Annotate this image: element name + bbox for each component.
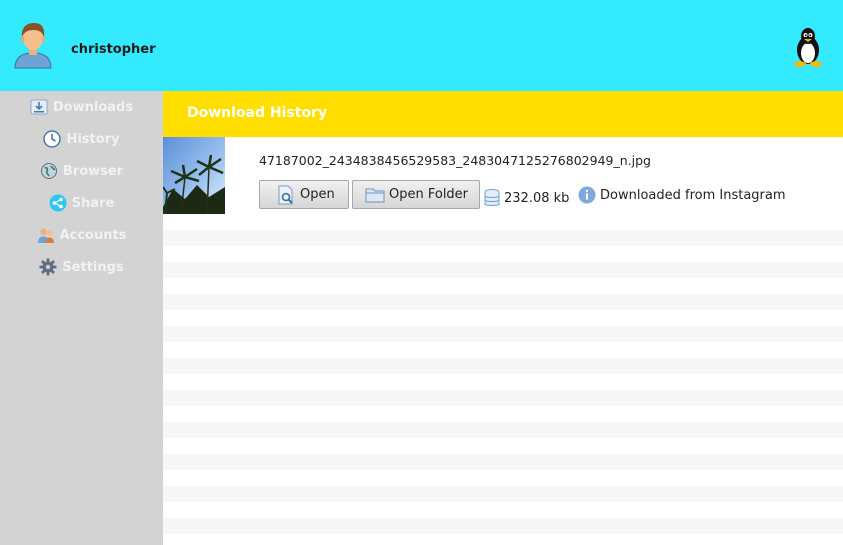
open-folder-button[interactable]: Open Folder: [352, 180, 480, 209]
sidebar-item-label: Share: [71, 195, 115, 211]
page-title: Download History: [187, 105, 328, 121]
list-stripe: [163, 454, 843, 470]
list-stripe: [163, 390, 843, 406]
folder-icon: [365, 188, 385, 202]
download-icon: [30, 99, 48, 115]
sidebar-item-downloads[interactable]: Downloads: [0, 94, 163, 120]
sidebar-item-label: History: [66, 131, 120, 147]
sidebar-item-label: Accounts: [59, 227, 127, 243]
image-thumbnail[interactable]: [163, 137, 225, 214]
username: christopher: [71, 42, 156, 57]
list-stripe: [163, 358, 843, 374]
download-source-text: Downloaded from Instagram: [600, 187, 786, 203]
list-stripe: [163, 422, 843, 438]
clock-icon: [43, 130, 62, 148]
sidebar: Downloads History Browser Share Accounts: [0, 91, 163, 545]
info-icon: [578, 186, 596, 204]
list-stripe: [163, 294, 843, 310]
sidebar-item-settings[interactable]: Settings: [0, 254, 163, 280]
file-size: 232.08 kb: [484, 188, 569, 208]
user-avatar-icon[interactable]: [12, 21, 54, 69]
sidebar-item-history[interactable]: History: [0, 126, 163, 152]
sidebar-item-label: Browser: [62, 163, 124, 179]
download-source: Downloaded from Instagram: [578, 186, 786, 204]
database-icon: [484, 189, 500, 206]
gear-icon: [39, 258, 57, 276]
open-button[interactable]: Open: [259, 180, 349, 209]
sidebar-item-share[interactable]: Share: [0, 190, 163, 216]
list-item: 47187002_2434838456529583_24830471252768…: [163, 137, 843, 214]
file-name: 47187002_2434838456529583_24830471252768…: [259, 153, 651, 168]
sidebar-item-label: Settings: [62, 259, 124, 275]
open-file-icon: [278, 185, 293, 204]
top-bar: christopher: [0, 0, 843, 91]
linux-tux-icon: [794, 28, 822, 67]
open-folder-button-label: Open Folder: [389, 187, 469, 202]
list-stripe: [163, 518, 843, 534]
page-header: Download History: [163, 91, 843, 137]
list-stripe: [163, 486, 843, 502]
sidebar-item-label: Downloads: [52, 99, 134, 115]
globe-icon: [40, 163, 57, 179]
accounts-icon: [37, 228, 54, 243]
sidebar-item-browser[interactable]: Browser: [0, 158, 163, 184]
sidebar-item-accounts[interactable]: Accounts: [0, 222, 163, 248]
file-size-text: 232.08 kb: [504, 190, 570, 206]
share-icon: [49, 194, 67, 212]
list-stripe: [163, 326, 843, 342]
list-stripe: [163, 230, 843, 246]
open-button-label: Open: [300, 187, 335, 202]
list-stripe: [163, 262, 843, 278]
